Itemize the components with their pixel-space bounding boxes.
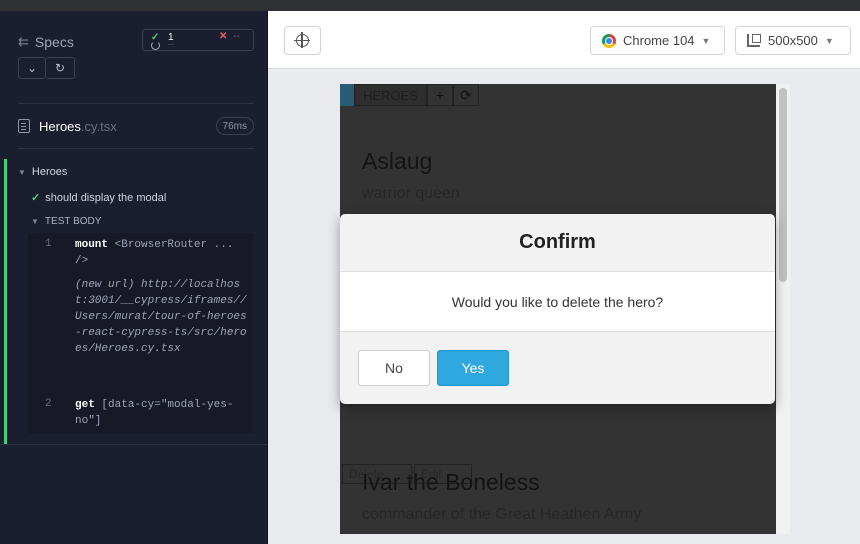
modal-message: Would you like to delete the hero? — [340, 272, 775, 332]
failed-count: -- — [233, 31, 240, 42]
pass-check-icon: ✓ — [31, 192, 41, 204]
document-icon — [18, 119, 30, 133]
modal-footer: No Yes — [340, 332, 775, 404]
divider — [0, 444, 268, 445]
confirm-modal: Confirm Would you like to delete the her… — [340, 214, 775, 404]
chevron-down-icon: ▼ — [18, 167, 26, 177]
command-mount[interactable]: mount <BrowserRouter ... /> — [75, 237, 253, 269]
spec-file-ext: .cy.tsx — [80, 118, 117, 134]
chevron-down-icon: ▼ — [701, 35, 711, 46]
hero-name: Aslaug — [362, 148, 433, 174]
run-stats: ✓ 1 ✕ -- -- — [142, 29, 254, 51]
pending-count: -- — [168, 39, 174, 49]
viewport-label: 500x500 — [768, 33, 818, 48]
command-name: get — [75, 399, 95, 411]
failed-x-icon: ✕ — [219, 31, 228, 42]
header-accent-bar — [340, 84, 354, 106]
suite-title-row[interactable]: ▼ Heroes — [18, 166, 67, 178]
collapse-arrow-icon: ⇇ — [18, 34, 29, 49]
no-button[interactable]: No — [358, 350, 430, 386]
test-body-label: TEST BODY — [44, 216, 102, 227]
suite-title: Heroes — [31, 166, 68, 178]
command-get[interactable]: get [data-cy="modal-yes-no"] — [75, 397, 253, 429]
spec-file-header[interactable]: Heroes .cy.tsx 76ms — [18, 114, 254, 138]
scrollbar-thumb[interactable] — [779, 88, 787, 282]
command-number: 2 — [45, 398, 52, 410]
heroes-list-title: HEROES — [354, 84, 427, 106]
rerun-button[interactable]: ↻ — [46, 57, 75, 79]
test-row[interactable]: ✓ should display the modal — [31, 191, 167, 205]
add-button[interactable]: + — [426, 84, 453, 106]
viewport-dropdown[interactable]: 500x500 ▼ — [735, 26, 851, 55]
yes-button[interactable]: Yes — [437, 350, 509, 386]
hero-description: warrior queen — [362, 185, 460, 202]
specs-label: Specs — [34, 34, 74, 50]
viewport-icon — [747, 34, 761, 47]
preview-toolbar: Chrome 104 ▼ 500x500 ▼ — [268, 11, 860, 69]
command-name: mount — [75, 239, 109, 251]
hero-description: commander of the Great Heathen Army — [362, 506, 642, 523]
selector-playground-button[interactable] — [284, 26, 321, 55]
browser-dropdown[interactable]: Chrome 104 ▼ — [590, 26, 725, 55]
test-body-row[interactable]: ▼ TEST BODY — [31, 216, 101, 227]
command-url[interactable]: (new url) http://localhost:3001/__cypres… — [75, 277, 253, 385]
expand-collapse-button[interactable]: ⌄ — [18, 57, 46, 79]
divider — [18, 148, 254, 149]
crosshair-icon — [294, 32, 310, 48]
reporter-panel: ⇇ Specs ✓ 1 ✕ -- -- ⌄ ↻ Heroes .cy.tsx 7… — [0, 11, 268, 544]
chevron-down-icon: ⌄ — [26, 61, 38, 75]
app-preview-panel: Chrome 104 ▼ 500x500 ▼ HEROES + ⟳ Aslaug… — [268, 11, 860, 544]
refresh-icon: ↻ — [54, 61, 66, 75]
iframe-scrollbar[interactable] — [776, 84, 790, 534]
divider — [18, 103, 254, 104]
specs-toggle[interactable]: ⇇ Specs — [18, 34, 74, 50]
command-sub: (new url) — [75, 279, 135, 291]
browser-top-bar — [0, 0, 860, 11]
command-number: 1 — [45, 238, 52, 250]
spec-file-name: Heroes — [39, 118, 81, 134]
chrome-icon — [602, 33, 616, 48]
command-arg: [data-cy="modal-yes-no"] — [75, 399, 234, 427]
pending-spinner-icon — [151, 41, 160, 50]
hero-name: Ivar the Boneless — [362, 469, 540, 495]
chevron-down-icon: ▼ — [824, 35, 834, 46]
command-log: 1 mount <BrowserRouter ... /> (new url) … — [28, 233, 253, 433]
duration-badge: 76ms — [215, 117, 254, 135]
chevron-down-icon: ▼ — [31, 217, 39, 226]
modal-title: Confirm — [340, 214, 775, 272]
browser-label: Chrome 104 — [623, 33, 695, 48]
heroes-list-header: HEROES + ⟳ — [340, 84, 485, 106]
refresh-button[interactable]: ⟳ — [452, 84, 479, 106]
test-title: should display the modal — [45, 191, 167, 204]
